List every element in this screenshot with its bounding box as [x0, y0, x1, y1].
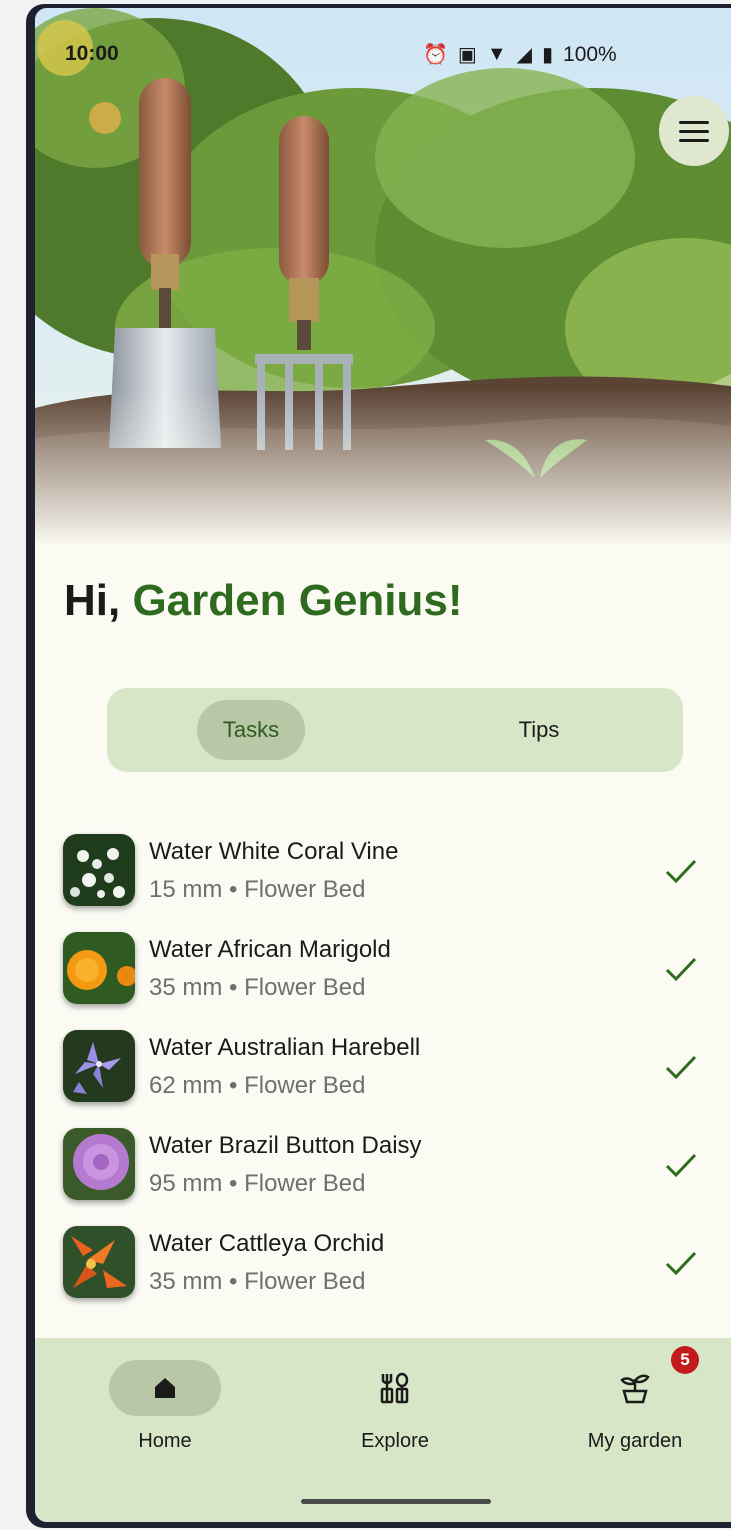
task-item[interactable]: Water African Marigold 35 mm • Flower Be…: [35, 918, 731, 1016]
task-title: Water African Marigold: [149, 936, 391, 963]
white-coral-vine-thumbnail: [63, 834, 135, 906]
task-item[interactable]: Water Brazil Button Daisy 95 mm • Flower…: [35, 1114, 731, 1212]
nav-my-garden-indicator: 5: [579, 1346, 699, 1416]
signal-icon: ◢: [516, 44, 532, 66]
app-screen: 10:00 ⏰ ▣ ▼ ◢ ▮ 100% Hi, Garden Genius! …: [35, 8, 731, 1522]
nav-explore[interactable]: Explore: [315, 1360, 475, 1453]
check-icon[interactable]: [663, 1150, 699, 1180]
nav-home[interactable]: Home: [85, 1360, 245, 1453]
task-title: Water Cattleya Orchid: [149, 1230, 385, 1257]
nav-my-garden[interactable]: 5 My garden: [555, 1346, 715, 1453]
garden-tools-illustration: [35, 8, 731, 548]
phone-frame: 10:00 ⏰ ▣ ▼ ◢ ▮ 100% Hi, Garden Genius! …: [26, 4, 731, 1528]
australian-harebell-thumbnail: [63, 1030, 135, 1102]
battery-icon: ▮: [542, 44, 554, 66]
menu-icon: [679, 118, 709, 145]
nav-home-label: Home: [138, 1430, 192, 1452]
task-item[interactable]: Water Australian Harebell 62 mm • Flower…: [35, 1016, 731, 1114]
status-bar: 10:00 ⏰ ▣ ▼ ◢ ▮ 100%: [35, 34, 731, 74]
tasks-tips-toggle: Tasks Tips: [107, 688, 683, 772]
greeting-prefix: Hi,: [64, 576, 133, 625]
task-subtitle: 15 mm • Flower Bed: [149, 876, 366, 903]
task-subtitle: 95 mm • Flower Bed: [149, 1170, 366, 1197]
task-title: Water Brazil Button Daisy: [149, 1132, 422, 1159]
task-title: Water White Coral Vine: [149, 838, 399, 865]
status-time: 10:00: [65, 42, 119, 65]
tab-tasks[interactable]: Tasks: [197, 700, 305, 760]
task-subtitle: 35 mm • Flower Bed: [149, 974, 366, 1001]
check-icon[interactable]: [663, 1248, 699, 1278]
brazil-button-daisy-thumbnail: [63, 1128, 135, 1200]
task-title: Water Australian Harebell: [149, 1034, 421, 1061]
check-icon[interactable]: [663, 954, 699, 984]
menu-button[interactable]: [659, 96, 729, 166]
alarm-icon: ⏰: [423, 44, 448, 66]
nav-my-garden-label: My garden: [587, 1430, 683, 1452]
wifi-icon: ▼: [486, 43, 507, 65]
garden-badge: 5: [671, 1346, 699, 1374]
bottom-navigation: Home Explore 5 My garden: [35, 1338, 731, 1522]
check-icon[interactable]: [663, 856, 699, 886]
plant-icon: [620, 1374, 650, 1404]
tab-tips[interactable]: Tips: [481, 700, 597, 760]
gesture-handle[interactable]: [301, 1499, 491, 1504]
greeting-title: Hi, Garden Genius!: [64, 576, 463, 626]
hero-image: [35, 8, 731, 548]
african-marigold-thumbnail: [63, 932, 135, 1004]
task-item[interactable]: Water Cattleya Orchid 35 mm • Flower Bed: [35, 1212, 731, 1310]
check-icon[interactable]: [663, 1052, 699, 1082]
cattleya-orchid-thumbnail: [63, 1226, 135, 1298]
task-subtitle: 35 mm • Flower Bed: [149, 1268, 366, 1295]
status-icons: ⏰ ▣ ▼ ◢ ▮ 100%: [423, 42, 617, 67]
task-item[interactable]: Water White Coral Vine 15 mm • Flower Be…: [35, 820, 731, 918]
nav-explore-indicator: [339, 1360, 451, 1416]
battery-percent: 100%: [563, 42, 617, 66]
vibrate-icon: ▣: [457, 44, 477, 66]
greeting-name: Garden Genius!: [132, 576, 463, 625]
explore-icon: [380, 1372, 409, 1404]
task-subtitle: 62 mm • Flower Bed: [149, 1072, 366, 1099]
task-list: Water White Coral Vine 15 mm • Flower Be…: [35, 820, 731, 1310]
nav-explore-label: Explore: [361, 1430, 429, 1452]
nav-home-indicator: [109, 1360, 221, 1416]
home-icon: [155, 1378, 175, 1398]
